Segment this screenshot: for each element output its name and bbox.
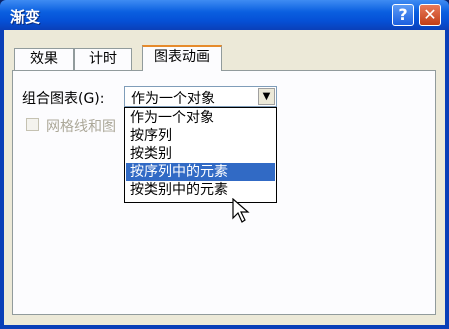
close-icon: ✕ xyxy=(423,5,437,24)
tab-label: 图表动画 xyxy=(154,49,210,65)
window-title: 渐变 xyxy=(10,8,41,26)
dialog-window: 渐变 ? ✕ 效果 计时 图表动画 组合图表(G): 作为一个对象 ▼ 网格线和… xyxy=(0,0,449,329)
close-button[interactable]: ✕ xyxy=(419,4,441,26)
option-label: 按类别中的元素 xyxy=(130,182,228,198)
option-label: 按序列 xyxy=(130,128,172,144)
chart-group-dropdown-list[interactable]: 作为一个对象 按序列 按类别 按序列中的元素 按类别中的元素 xyxy=(124,107,277,203)
tab-label: 效果 xyxy=(30,51,58,67)
tab-timing[interactable]: 计时 xyxy=(74,48,132,70)
option-label: 按序列中的元素 xyxy=(130,164,228,180)
dialog-client-area: 效果 计时 图表动画 组合图表(G): 作为一个对象 ▼ 网格线和图 作为一个对… xyxy=(4,30,445,325)
chart-group-value: 作为一个对象 xyxy=(131,91,215,107)
dropdown-option[interactable]: 按类别中的元素 xyxy=(126,181,275,199)
chart-group-label: 组合图表(G): xyxy=(22,91,105,107)
help-button[interactable]: ? xyxy=(392,4,414,26)
chart-group-select[interactable]: 作为一个对象 ▼ xyxy=(124,86,277,107)
option-label: 作为一个对象 xyxy=(130,110,214,126)
chevron-down-icon[interactable]: ▼ xyxy=(258,88,275,105)
dropdown-option-highlighted[interactable]: 按序列中的元素 xyxy=(126,163,275,181)
title-bar[interactable]: 渐变 ? ✕ xyxy=(0,0,449,30)
dropdown-option[interactable]: 作为一个对象 xyxy=(126,109,275,127)
tab-chart-animation[interactable]: 图表动画 xyxy=(142,45,222,71)
gridlines-checkbox[interactable] xyxy=(26,118,39,131)
dropdown-option[interactable]: 按序列 xyxy=(126,127,275,145)
gridlines-checkbox-label: 网格线和图 xyxy=(46,119,116,135)
tab-effect[interactable]: 效果 xyxy=(14,48,74,70)
dropdown-option[interactable]: 按类别 xyxy=(126,145,275,163)
option-label: 按类别 xyxy=(130,146,172,162)
tab-label: 计时 xyxy=(89,51,117,67)
arrow-cursor-icon xyxy=(232,198,250,223)
help-icon: ? xyxy=(398,5,408,24)
